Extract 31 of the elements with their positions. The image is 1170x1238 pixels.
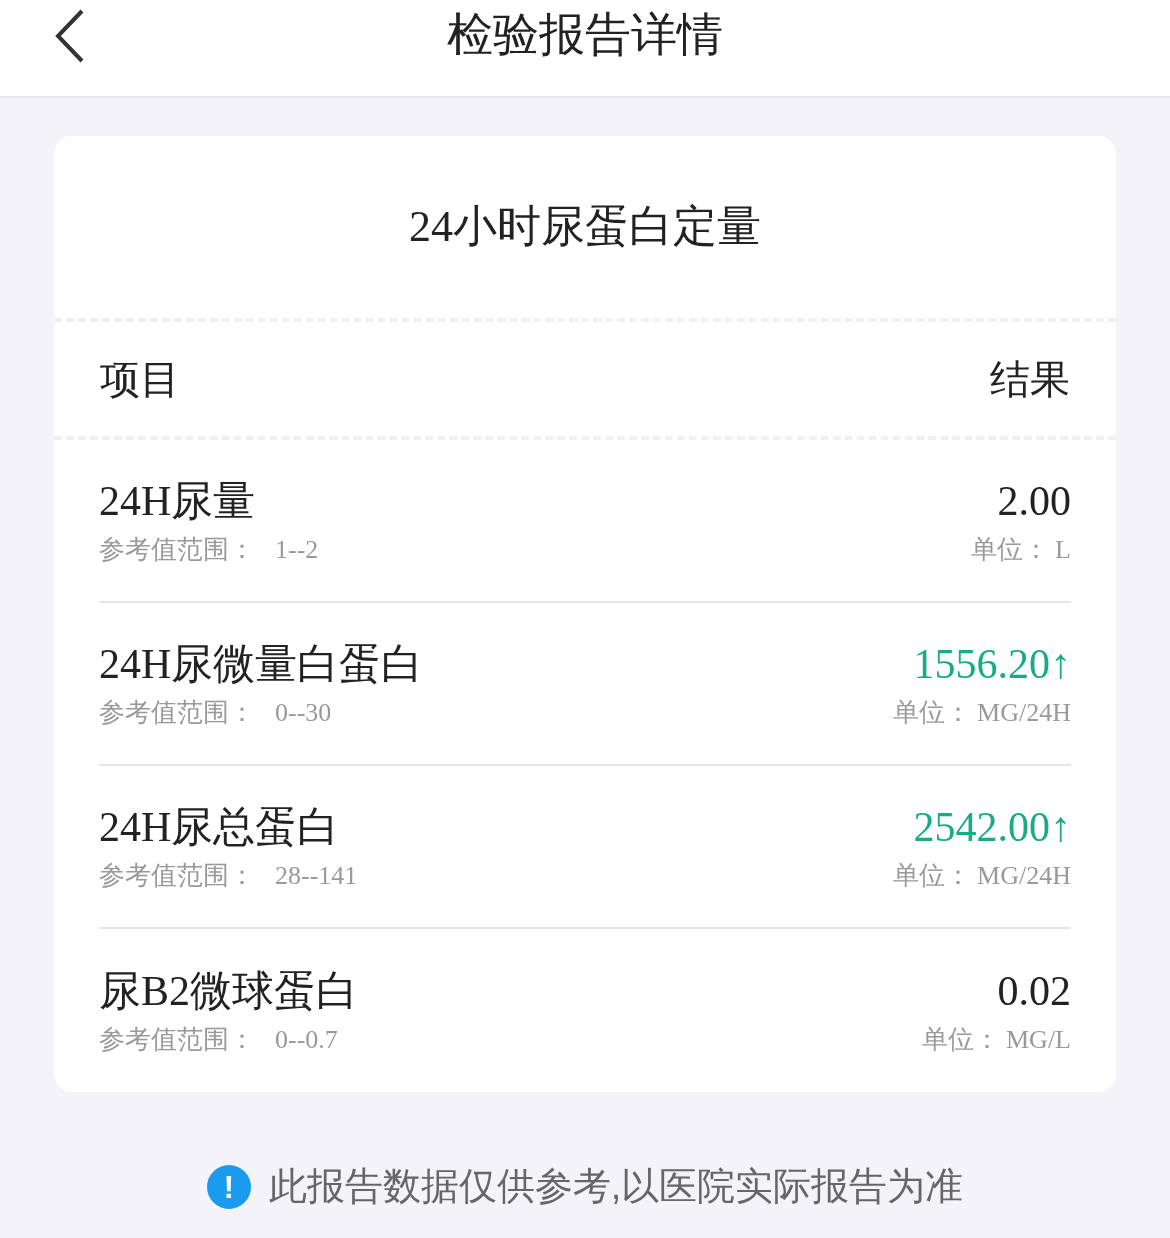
unit-value: MG/24H	[977, 696, 1071, 729]
unit-label: 单位：	[893, 696, 972, 729]
reference-range: 0--30	[275, 696, 332, 729]
test-name: 24H尿微量白蛋白	[99, 639, 424, 689]
unit-value: MG/L	[1006, 1023, 1071, 1056]
info-icon: !	[206, 1164, 251, 1209]
reference-label: 参考值范围：	[99, 533, 255, 566]
reference-label: 参考值范围：	[99, 696, 255, 729]
result-value: 0.02	[997, 966, 1071, 1016]
unit-label: 单位：	[971, 533, 1050, 566]
unit-label: 单位：	[893, 859, 972, 892]
reference-range: 28--141	[275, 859, 358, 892]
unit-value: L	[1055, 533, 1071, 566]
test-name: 尿B2微球蛋白	[99, 966, 358, 1016]
test-name: 24H尿总蛋白	[99, 802, 341, 852]
reference-range: 1--2	[275, 533, 319, 566]
back-icon	[54, 9, 86, 63]
result-value: 1556.20↑	[913, 639, 1071, 689]
result-value: 2542.00↑	[913, 802, 1071, 852]
card-title: 24小时尿蛋白定量	[408, 201, 762, 253]
reference-label: 参考值范围：	[99, 1023, 255, 1056]
column-header: 项目	[100, 356, 180, 403]
page-title: 检验报告详情	[447, 7, 723, 62]
unit-label: 单位：	[922, 1023, 1000, 1056]
reference-label: 参考值范围：	[99, 859, 255, 892]
test-name: 24H尿量	[99, 476, 257, 526]
unit-value: MG/24H	[977, 859, 1071, 892]
column-header: 结果	[990, 356, 1070, 403]
disclaimer-text: 此报告数据仅供参考,以医院实际报告为准	[268, 1164, 964, 1209]
result-value: 2.00	[997, 476, 1071, 526]
reference-range: 0--0.7	[275, 1023, 338, 1056]
